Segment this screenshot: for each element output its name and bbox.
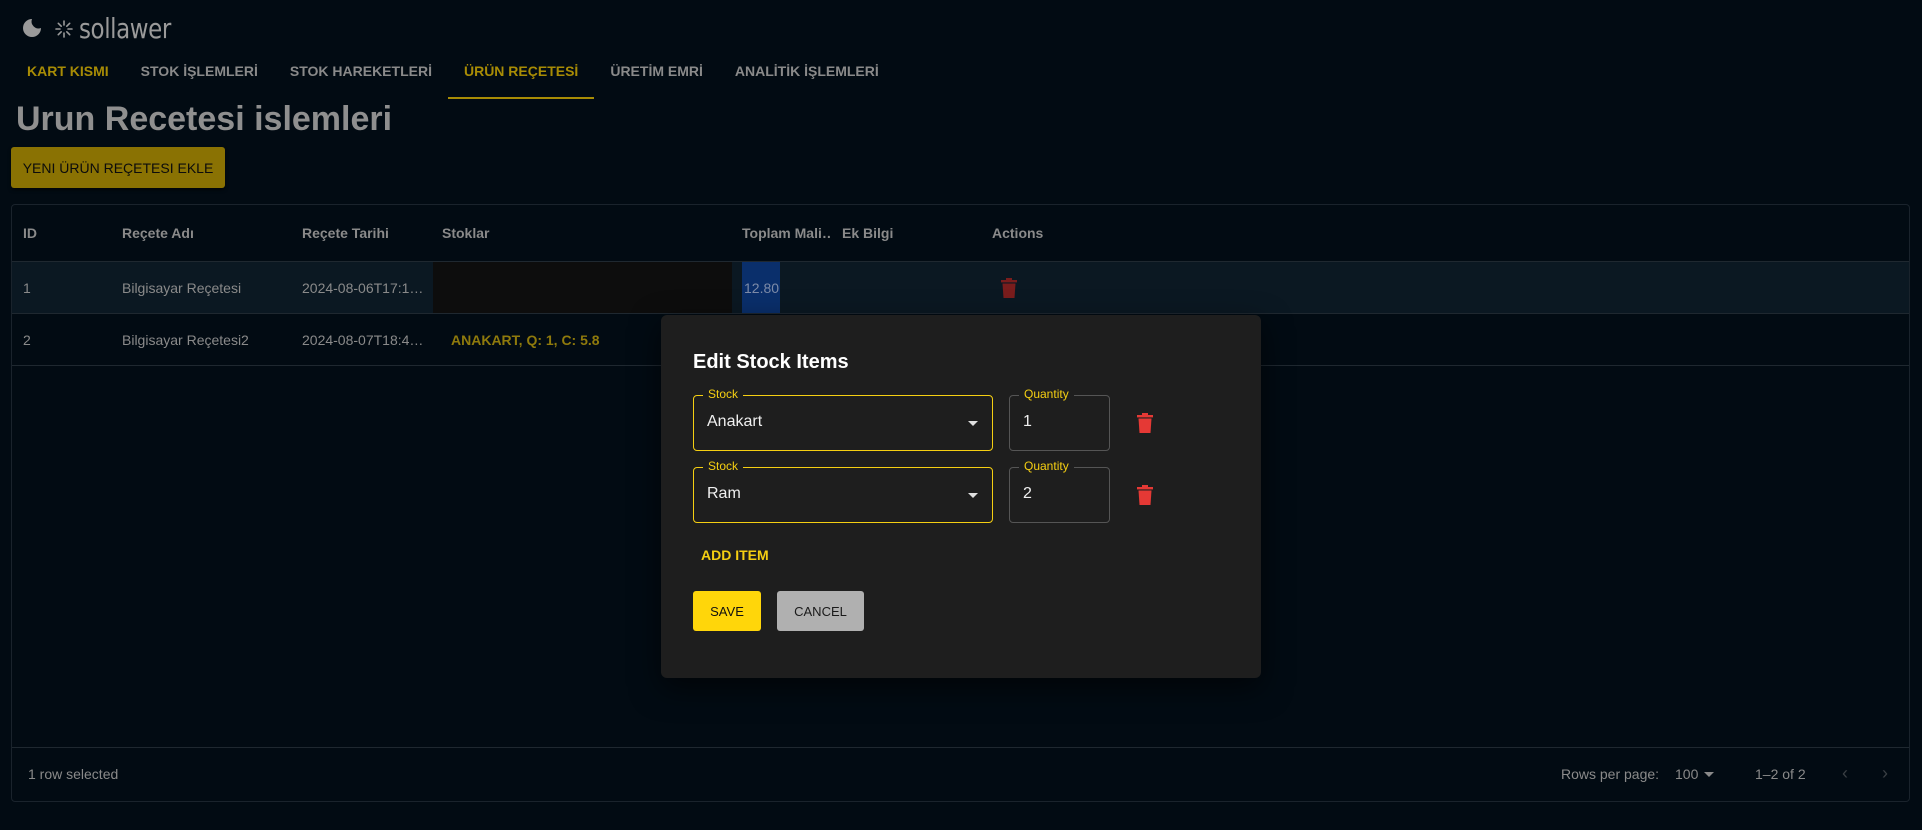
rows-per-page-label: Rows per page: xyxy=(1561,766,1660,782)
cell-name: Bilgisayar Reçetesi2 xyxy=(122,331,249,348)
tab-stok-hareketleri[interactable]: STOK HAREKETLERİ xyxy=(274,58,448,99)
tab-stok-islemleri[interactable]: STOK İŞLEMLERİ xyxy=(125,58,274,99)
stock-label: Stock xyxy=(703,387,744,401)
save-button[interactable]: SAVE xyxy=(693,591,761,631)
cell-stocks[interactable] xyxy=(433,262,732,313)
chevron-right-icon[interactable]: › xyxy=(1882,763,1888,784)
quantity-field[interactable]: Quantity 2 xyxy=(1009,459,1110,523)
quantity-value: 2 xyxy=(1023,485,1032,502)
column-header-cost[interactable]: Toplam Mali… xyxy=(742,205,832,261)
column-header-actions: Actions xyxy=(992,225,1044,241)
selection-count: 1 row selected xyxy=(28,766,119,782)
stock-chip: ANAKART, Q: 1, C: 5.8 xyxy=(451,331,600,348)
cell-date: 2024-08-07T18:4… xyxy=(302,331,424,348)
stock-value: Anakart xyxy=(707,413,763,430)
delete-row-button[interactable] xyxy=(1001,262,1031,313)
stock-select[interactable]: Stock Anakart xyxy=(693,387,993,451)
table-footer: 1 row selected Rows per page: 100 1–2 of… xyxy=(12,747,1909,801)
edit-stock-dialog: Edit Stock Items Stock Anakart Quantity … xyxy=(661,315,1261,678)
pagination-range: 1–2 of 2 xyxy=(1755,766,1806,782)
table-header: ID Reçete Adı Reçete Tarihi Stoklar Topl… xyxy=(12,205,1909,262)
trash-icon[interactable] xyxy=(1137,485,1153,505)
brand-name: sollawer xyxy=(79,12,171,45)
cell-cost[interactable]: 12.80 xyxy=(742,262,780,313)
column-header-name[interactable]: Reçete Adı xyxy=(122,205,292,261)
cancel-button[interactable]: CANCEL xyxy=(777,591,864,631)
cell-info xyxy=(842,262,962,313)
spinner-icon xyxy=(55,19,73,38)
chevron-left-icon[interactable]: ‹ xyxy=(1842,763,1848,784)
quantity-label: Quantity xyxy=(1019,459,1074,473)
cell-id: 2 xyxy=(23,331,31,348)
table-row[interactable]: 1 Bilgisayar Reçetesi 2024-08-06T17:1… 1… xyxy=(12,262,1909,314)
rows-per-page-value: 100 xyxy=(1675,766,1699,782)
main-tabs: KART KISMI STOK İŞLEMLERİ STOK HAREKETLE… xyxy=(11,58,895,99)
trash-icon xyxy=(1001,277,1017,298)
column-header-info[interactable]: Ek Bilgi xyxy=(842,205,962,261)
dialog-title: Edit Stock Items xyxy=(693,351,849,373)
add-item-button[interactable]: ADD ITEM xyxy=(701,547,769,563)
tab-analitik-islemleri[interactable]: ANALİTİK İŞLEMLERİ xyxy=(719,58,895,99)
caret-down-icon xyxy=(1704,771,1715,777)
quantity-field[interactable]: Quantity 1 xyxy=(1009,387,1110,451)
brand-logo: sollawer xyxy=(55,12,191,45)
cell-id: 1 xyxy=(23,279,31,296)
column-header-stocks[interactable]: Stoklar xyxy=(442,205,722,261)
caret-down-icon xyxy=(968,493,978,498)
cell-name: Bilgisayar Reçetesi xyxy=(122,279,242,296)
tab-uretim-emri[interactable]: ÜRETİM EMRİ xyxy=(594,58,719,99)
tab-urun-recetesi[interactable]: ÜRÜN REÇETESİ xyxy=(447,58,595,99)
column-header-date[interactable]: Reçete Tarihi xyxy=(302,205,432,261)
caret-down-icon xyxy=(968,421,978,426)
cell-date: 2024-08-06T17:1… xyxy=(302,279,424,296)
quantity-label: Quantity xyxy=(1019,387,1074,401)
column-header-id[interactable]: ID xyxy=(23,205,113,261)
moon-icon[interactable] xyxy=(20,16,44,40)
trash-icon[interactable] xyxy=(1137,413,1153,433)
tab-kart-kismi[interactable]: KART KISMI xyxy=(11,58,125,99)
add-recipe-button[interactable]: YENI ÜRÜN REÇETESI EKLE xyxy=(11,147,225,188)
stock-label: Stock xyxy=(703,459,744,473)
stock-select[interactable]: Stock Ram xyxy=(693,459,993,523)
page-title: Urun Recetesi islemleri xyxy=(16,100,393,138)
quantity-value: 1 xyxy=(1023,413,1032,430)
stock-value: Ram xyxy=(707,485,741,502)
rows-per-page-select[interactable]: 100 xyxy=(1675,766,1715,782)
